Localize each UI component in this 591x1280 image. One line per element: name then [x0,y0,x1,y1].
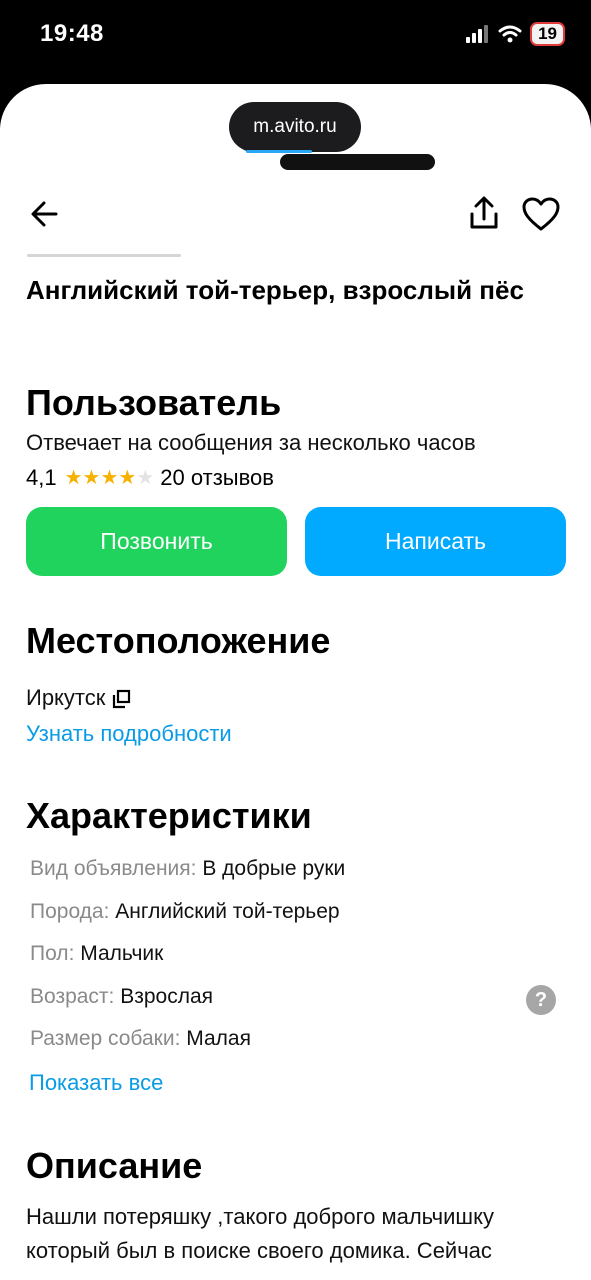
seller-rating[interactable]: 4,1 ★ ★ ★ ★ ★ 20 отзывов [26,464,274,492]
signal-icon [466,25,489,43]
rating-stars: ★ ★ ★ ★ ★ [65,464,155,492]
location-city: Иркутск [26,685,106,710]
location-city-row: Иркутск [26,684,131,712]
spec-key: Возраст: [30,985,115,1008]
url-loading-accent [246,150,312,153]
spec-row: Возраст: Взрослая [30,983,213,1011]
status-bar: 19:48 19 [0,0,591,70]
wifi-icon [498,25,522,43]
description-heading: Описание [26,1145,203,1186]
seller-response-time: Отвечает на сообщения за несколько часов [26,430,476,455]
spec-key: Порода: [30,900,110,923]
star-icon: ★ [118,467,137,489]
show-all-specs-link[interactable]: Показать все [29,1069,163,1097]
star-icon: ★ [100,467,119,489]
spec-value: Малая [186,1027,251,1050]
status-time: 19:48 [40,20,104,47]
seller-heading: Пользователь [26,382,282,423]
star-icon: ★ [64,467,83,489]
status-icons: 19 [466,22,565,46]
battery-indicator: 19 [530,22,565,46]
back-arrow-icon[interactable] [26,194,66,234]
location-details-link[interactable]: Узнать подробности [26,720,232,748]
spec-value: В добрые руки [202,857,346,880]
spec-key: Размер собаки: [30,1027,181,1050]
share-icon[interactable] [464,194,504,234]
star-icon: ★ [82,467,101,489]
spec-value: Взрослая [120,985,214,1008]
copy-icon[interactable] [111,689,131,709]
heart-icon[interactable] [520,194,562,234]
rating-value: 4,1 [26,465,57,490]
reviews-count: 20 отзывов [160,465,274,490]
write-button[interactable]: Написать [305,507,566,576]
spec-value: Мальчик [80,942,164,965]
help-icon[interactable]: ? [526,985,556,1015]
background-shape [280,154,435,170]
description-text: Нашли потеряшку ,такого доброго мальчишк… [26,1204,494,1263]
star-icon: ★ [136,467,155,489]
spec-row: Порода: Английский той-терьер [30,898,340,926]
specs-heading: Характеристики [26,795,312,836]
location-heading: Местоположение [26,620,331,661]
url-bar[interactable]: m.avito.ru [229,102,361,152]
spec-row: Размер собаки: Малая [30,1025,251,1053]
call-button[interactable]: Позвонить [26,507,287,576]
listing-title: Английский той-терьер, взрослый пёс [26,275,524,305]
spec-key: Пол: [30,942,75,965]
spec-key: Вид объявления: [30,857,197,880]
image-carousel-edge [27,254,181,257]
spec-value: Английский той-терьер [115,900,340,923]
spec-row: Пол: Мальчик [30,940,163,968]
spec-row: Вид объявления: В добрые руки [30,855,345,883]
page-sheet [0,84,591,1280]
